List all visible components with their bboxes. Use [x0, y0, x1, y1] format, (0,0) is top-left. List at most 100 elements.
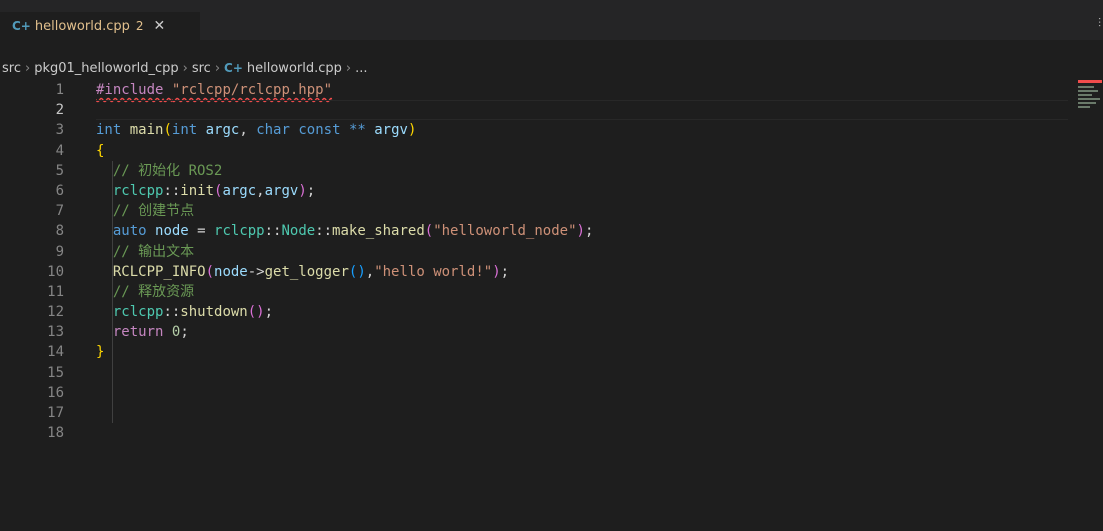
code-line-4[interactable]: {	[96, 141, 1068, 161]
token: )	[492, 263, 501, 280]
token: ::	[264, 223, 282, 240]
line-number: 4	[55, 142, 64, 159]
string: "hello world!"	[374, 263, 493, 280]
code-line-7[interactable]: // 创建节点	[96, 201, 1068, 221]
breadcrumb-package[interactable]: pkg01_helloworld_cpp	[34, 61, 178, 76]
token: ;	[264, 304, 274, 321]
code-line-5[interactable]: // 初始化 ROS2	[96, 161, 1068, 181]
code-line-11[interactable]: // 释放资源	[96, 282, 1068, 302]
code-line-2-current[interactable]	[96, 100, 1068, 121]
line-number: 3	[55, 122, 64, 139]
include-error-squiggle[interactable]: #include "rclcpp/rclcpp.hpp"	[96, 82, 332, 98]
code-line-16[interactable]	[96, 383, 1068, 403]
minimap-line	[1078, 102, 1096, 104]
breadcrumb-symbols[interactable]: ...	[355, 61, 367, 76]
token: RCLCPP_INFO	[112, 263, 206, 280]
line-number: 17	[47, 405, 64, 421]
editor-tab-bar: C+ helloworld.cpp 2 ✕ ⫶	[0, 0, 1103, 40]
minimap-line	[1078, 94, 1092, 96]
token: (	[205, 263, 215, 280]
token: const	[298, 122, 341, 139]
code-line-18[interactable]	[96, 423, 1068, 443]
breadcrumb-src[interactable]: src	[2, 61, 21, 76]
token: ::	[315, 223, 333, 240]
code-line-17[interactable]	[96, 403, 1068, 423]
token: int	[171, 122, 198, 139]
chevron-right-icon: ›	[345, 60, 352, 76]
token: return	[112, 324, 164, 341]
token: ;	[306, 182, 316, 199]
code-lines[interactable]: #include "rclcpp/rclcpp.hpp" int main(in…	[96, 80, 1068, 443]
token: Node	[281, 223, 316, 240]
close-icon[interactable]: ✕	[154, 18, 166, 34]
minimap-error-marker	[1078, 80, 1102, 83]
code-line-12[interactable]: rclcpp::shutdown();	[96, 302, 1068, 322]
token: init	[180, 182, 215, 199]
line-number: 1	[55, 82, 64, 98]
token: ::	[163, 182, 181, 199]
token: )	[298, 182, 307, 199]
code-line-10[interactable]: RCLCPP_INFO(node->get_logger(),"hello wo…	[96, 262, 1068, 282]
token: rclcpp	[214, 223, 265, 240]
line-number: 13	[47, 324, 64, 341]
token: ;	[584, 223, 594, 240]
line-number: 7	[55, 203, 64, 220]
minimap[interactable]	[1072, 80, 1103, 140]
minimap-line	[1078, 86, 1094, 88]
line-number: 12	[47, 304, 64, 321]
breadcrumb-file[interactable]: helloworld.cpp	[247, 61, 342, 76]
code-line-14[interactable]: }	[96, 342, 1068, 362]
code-line-3[interactable]: int main(int argc, char const ** argv)	[96, 120, 1068, 140]
token: argv	[264, 182, 299, 199]
code-line-13[interactable]: return 0;	[96, 322, 1068, 342]
chevron-right-icon: ›	[24, 60, 31, 76]
token: ;	[180, 324, 189, 341]
token: (	[163, 122, 172, 139]
code-editor[interactable]: 1 2 3 4 5 6 7 8 9 10 11 12 13 14 15 16 1…	[0, 80, 1070, 520]
token: argc	[222, 182, 257, 199]
token: ,	[365, 263, 375, 280]
string: "helloworld_node"	[433, 223, 577, 240]
breadcrumb-src-2[interactable]: src	[192, 61, 211, 76]
code-line-8[interactable]: auto node = rclcpp::Node::make_shared("h…	[96, 221, 1068, 241]
chevron-right-icon: ›	[182, 60, 188, 76]
token: auto	[112, 223, 147, 240]
cpp-file-icon: C+	[12, 19, 31, 33]
line-number-active: 2	[55, 102, 64, 119]
token: node	[155, 223, 189, 240]
line-number: 18	[47, 425, 64, 442]
code-line-1[interactable]: #include "rclcpp/rclcpp.hpp"	[96, 80, 1068, 100]
editor-tab-helloworld[interactable]: C+ helloworld.cpp 2 ✕	[0, 12, 200, 40]
minimap-line	[1078, 98, 1100, 100]
token: make_shared	[332, 223, 425, 240]
problems-badge: 2	[135, 19, 144, 33]
code-line-9[interactable]: // 输出文本	[96, 242, 1068, 262]
code-line-6[interactable]: rclcpp::init(argc,argv);	[96, 181, 1068, 201]
token: argc	[205, 122, 240, 139]
token: ->	[247, 263, 265, 280]
token: shutdown	[180, 304, 248, 321]
minimap-line	[1078, 90, 1098, 92]
breadcrumb: src › pkg01_helloworld_cpp › src › C+ he…	[0, 57, 368, 79]
comment: // 释放资源	[112, 283, 195, 300]
tab-filename: helloworld.cpp	[34, 18, 130, 34]
token: get_logger	[264, 263, 349, 280]
token: argv	[374, 122, 408, 139]
line-number: 5	[55, 162, 64, 179]
line-number: 8	[55, 223, 64, 240]
line-number: 16	[47, 384, 64, 401]
token: )	[576, 223, 585, 240]
include-path: "rclcpp/rclcpp.hpp"	[171, 82, 333, 98]
token: node	[214, 263, 248, 280]
minimap-line	[1078, 106, 1090, 108]
code-line-15[interactable]	[96, 363, 1068, 383]
token: ()	[247, 304, 265, 321]
line-number: 15	[47, 364, 64, 381]
token: ()	[348, 263, 366, 280]
token: }	[96, 344, 105, 361]
line-number-gutter: 1 2 3 4 5 6 7 8 9 10 11 12 13 14 15 16 1…	[0, 80, 68, 443]
split-editor-icon[interactable]: ⫶	[1098, 16, 1101, 31]
line-number: 9	[55, 243, 64, 260]
token: rclcpp	[112, 304, 164, 321]
line-number: 14	[47, 344, 64, 361]
